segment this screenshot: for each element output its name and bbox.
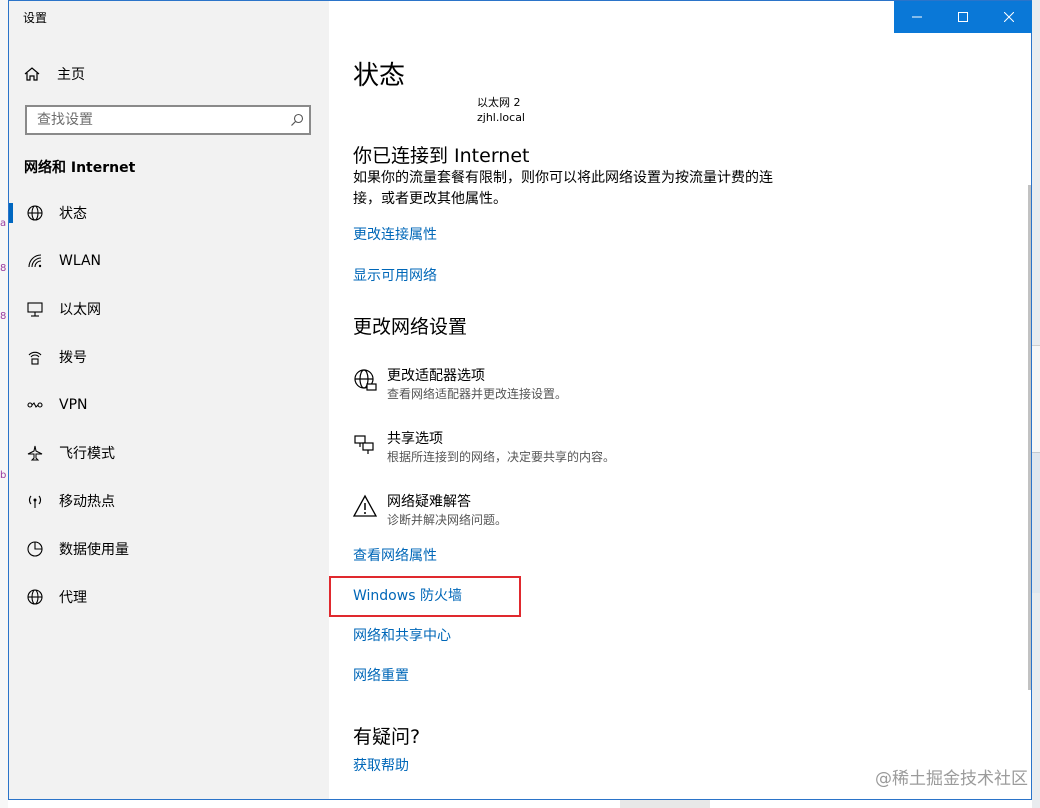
sidebar-item-label: 移动热点 <box>59 494 115 510</box>
sidebar-item-hotspot[interactable]: 移动热点 <box>9 477 329 525</box>
sidebar: 设置 主页 网络和 Internet 状态 <box>9 1 329 799</box>
close-button[interactable] <box>986 1 1032 33</box>
page-title: 状态 <box>353 61 406 91</box>
sidebar-item-wlan[interactable]: WLAN <box>9 237 329 285</box>
airplane-icon <box>25 443 45 463</box>
change-connection-properties-link[interactable]: 更改连接属性 <box>353 224 437 244</box>
wifi-icon <box>25 251 45 271</box>
globe-icon <box>25 203 45 223</box>
change-network-settings-heading: 更改网络设置 <box>353 316 468 338</box>
sidebar-item-label: VPN <box>59 397 88 413</box>
windows-firewall-link[interactable]: Windows 防火墙 <box>353 585 462 605</box>
maximize-button[interactable] <box>940 1 986 33</box>
watermark: @稀土掘金技术社区 <box>875 769 1028 789</box>
question-heading: 有疑问? <box>353 726 421 748</box>
sharing-options-item[interactable]: 共享选项 根据所连接到的网络，决定要共享的内容。 <box>351 430 615 466</box>
background-taskbar-fragment <box>620 800 710 808</box>
main-content: 状态 以太网 2 zjhl.local 你已连接到 Internet 如果你的流… <box>329 1 1031 799</box>
sidebar-item-label: 拨号 <box>59 350 87 366</box>
option-subtitle: 根据所连接到的网络，决定要共享的内容。 <box>387 450 616 464</box>
section-heading: 网络和 Internet <box>24 160 136 176</box>
troubleshoot-item[interactable]: 网络疑难解答 诊断并解决网络问题。 <box>351 493 507 529</box>
get-help-link[interactable]: 获取帮助 <box>353 755 409 775</box>
network-sharing-center-link[interactable]: 网络和共享中心 <box>353 625 451 645</box>
adapter-globe-icon <box>351 367 379 395</box>
sidebar-item-airplane[interactable]: 飞行模式 <box>9 429 329 477</box>
sidebar-item-label: 飞行模式 <box>59 446 115 462</box>
scrollbar[interactable] <box>1028 185 1031 690</box>
sidebar-nav: 状态 WLAN 以太网 拨号 VPN 飞行模式 移动热点 数据使用量 代理 <box>9 189 329 621</box>
background-desktop-strip <box>1032 0 1040 808</box>
sidebar-item-label: 以太网 <box>59 302 101 318</box>
dialup-icon <box>25 347 45 367</box>
option-title: 网络疑难解答 <box>387 494 471 510</box>
sidebar-item-vpn[interactable]: VPN <box>9 381 329 429</box>
sidebar-item-data-usage[interactable]: 数据使用量 <box>9 525 329 573</box>
option-title: 共享选项 <box>387 431 443 447</box>
search-box[interactable] <box>25 105 311 135</box>
sidebar-item-status[interactable]: 状态 <box>9 189 329 237</box>
sidebar-item-label: 数据使用量 <box>59 542 129 558</box>
network-domain: zjhl.local <box>477 111 525 124</box>
option-title: 更改适配器选项 <box>387 368 485 384</box>
window-controls <box>894 1 1032 33</box>
view-network-properties-link[interactable]: 查看网络属性 <box>353 545 437 565</box>
background-edge-left: a88b <box>0 0 8 808</box>
option-subtitle: 查看网络适配器并更改连接设置。 <box>387 387 568 401</box>
data-usage-icon <box>25 539 45 559</box>
app-title: 设置 <box>23 11 48 25</box>
vpn-icon <box>25 395 45 415</box>
show-available-networks-link[interactable]: 显示可用网络 <box>353 265 437 285</box>
network-info: 以太网 2 zjhl.local <box>477 95 525 125</box>
search-icon[interactable] <box>285 113 309 127</box>
sharing-icon <box>351 430 379 458</box>
search-input[interactable] <box>27 107 285 133</box>
sidebar-item-dialup[interactable]: 拨号 <box>9 333 329 381</box>
warning-icon <box>351 493 379 521</box>
hotspot-icon <box>25 491 45 511</box>
sidebar-item-label: WLAN <box>59 253 102 269</box>
connected-heading: 你已连接到 Internet <box>353 145 530 167</box>
minimize-button[interactable] <box>894 1 940 33</box>
ethernet-icon <box>25 299 45 319</box>
home-link[interactable]: 主页 <box>23 61 85 87</box>
connected-description: 如果你的流量套餐有限制，则你可以将此网络设置为按流量计费的连接，或者更改其他属性… <box>353 170 773 207</box>
option-subtitle: 诊断并解决网络问题。 <box>387 513 508 527</box>
sidebar-item-label: 状态 <box>59 206 87 222</box>
sidebar-item-label: 代理 <box>59 590 87 606</box>
sidebar-item-proxy[interactable]: 代理 <box>9 573 329 621</box>
home-label: 主页 <box>57 67 85 83</box>
sidebar-item-ethernet[interactable]: 以太网 <box>9 285 329 333</box>
network-reset-link[interactable]: 网络重置 <box>353 665 409 685</box>
home-icon <box>23 65 43 83</box>
settings-window: 设置 主页 网络和 Internet 状态 <box>8 0 1032 800</box>
globe-icon <box>25 587 45 607</box>
adapter-options-item[interactable]: 更改适配器选项 查看网络适配器并更改连接设置。 <box>351 367 567 403</box>
network-name: 以太网 2 <box>477 96 521 109</box>
